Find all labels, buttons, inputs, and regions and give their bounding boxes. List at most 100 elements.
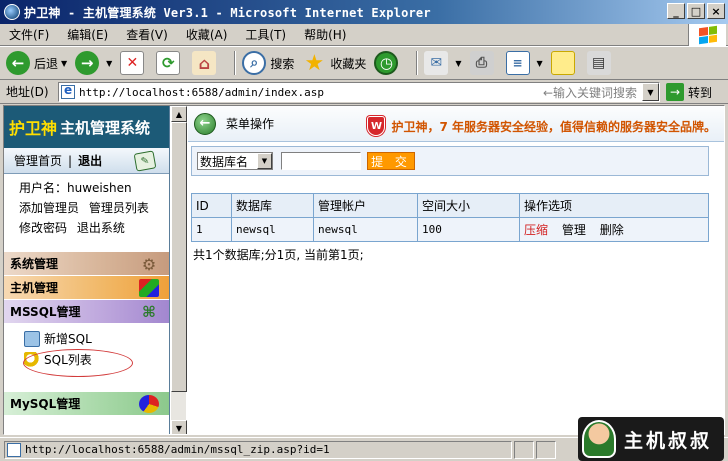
sidebar: 护卫神 主机管理系统 管理首页 | 退出 ✎ 用户名：huweishen 添加管…: [4, 106, 170, 434]
stop-button[interactable]: ✕: [120, 51, 148, 75]
chevron-down-icon[interactable]: ▼: [257, 153, 272, 169]
note-icon: [550, 51, 575, 75]
status-pane: [536, 440, 556, 459]
window-title: 护卫神 - 主机管理系统 Ver3.1 - Microsoft Internet…: [24, 5, 431, 20]
go-button[interactable]: → 转到: [666, 83, 712, 101]
table-row: 1 newsql newsql 100 压缩 管理 删除: [191, 217, 709, 242]
main-header: ← 菜单操作 W 护卫神，7 年服务器安全经验，值得信赖的服务器安全品牌。: [188, 106, 724, 142]
database-table: ID 数据库 管理帐户 空间大小 操作选项 1 newsql newsql 10…: [191, 193, 709, 242]
highlight-circle: [23, 349, 133, 377]
watermark-logo: 主机叔叔: [578, 417, 724, 461]
stop-icon: ✕: [120, 51, 145, 75]
discuss-button[interactable]: [550, 51, 579, 75]
edit-icon: ≡: [505, 51, 530, 75]
slogan-text: 护卫神，7 年服务器安全经验，值得信赖的服务器安全品牌。: [391, 119, 716, 134]
maximize-button[interactable]: □: [687, 3, 705, 19]
forward-button[interactable]: → ▼: [75, 51, 112, 75]
menu-edit[interactable]: 编辑(E): [58, 26, 117, 43]
dropdown-arrow-icon[interactable]: ▼: [61, 59, 67, 68]
brand-subtitle: 主机管理系统: [60, 118, 151, 137]
scroll-up-icon[interactable]: ▲: [171, 106, 187, 122]
status-url-pane: http://localhost:6588/admin/mssql_zip.as…: [4, 440, 512, 459]
menu-favorites[interactable]: 收藏(A): [177, 26, 237, 43]
dropdown-arrow-icon[interactable]: ▼: [537, 59, 543, 68]
menu-tools[interactable]: 工具(T): [236, 26, 295, 43]
mascot-icon: [582, 420, 616, 458]
admin-list-link[interactable]: 管理员列表: [89, 201, 149, 215]
manage-link[interactable]: 管理: [562, 223, 586, 237]
scroll-thumb[interactable]: [171, 122, 187, 392]
exit-system-link[interactable]: 退出系统: [77, 221, 125, 235]
cell-actions: 压缩 管理 删除: [519, 217, 709, 242]
gear-icon: ⚙: [141, 255, 157, 274]
edit-button[interactable]: ≡ ▼: [505, 51, 543, 75]
menu-view[interactable]: 查看(V): [117, 26, 177, 43]
menu-file[interactable]: 文件(F): [0, 26, 58, 43]
refresh-icon: ⟳: [156, 51, 181, 75]
user-info: 用户名：huweishen 添加管理员 管理员列表 修改密码 退出系统: [4, 174, 169, 238]
section-system[interactable]: 系统管理 ⚙: [4, 252, 169, 276]
section-mssql-label: MSSQL管理: [10, 305, 81, 319]
print-button[interactable]: ⎙: [469, 51, 498, 75]
brand-name: 护卫神: [9, 119, 58, 138]
submit-button[interactable]: 提 交: [367, 152, 415, 170]
cell-database: newsql: [231, 217, 314, 242]
sidebar-item-label: 新增SQL: [44, 332, 92, 346]
section-host[interactable]: 主机管理: [4, 276, 169, 300]
home-button[interactable]: ⌂: [192, 51, 220, 75]
back-label: 后退: [34, 56, 59, 71]
mail-button[interactable]: ✉ ▼: [424, 51, 462, 75]
delete-link[interactable]: 删除: [600, 223, 624, 237]
status-url: http://localhost:6588/admin/mssql_zip.as…: [25, 443, 330, 456]
username-label: 用户名：: [19, 181, 68, 195]
history-button[interactable]: ◷: [374, 51, 402, 75]
sidebar-item-new-sql[interactable]: 新增SQL: [4, 328, 169, 349]
address-input[interactable]: http://localhost:6588/admin/index.asp ←输…: [58, 82, 660, 102]
nav-separator: |: [68, 153, 73, 168]
col-actions: 操作选项: [519, 193, 709, 218]
section-mssql[interactable]: MSSQL管理 ⌘: [4, 300, 169, 324]
favorites-button[interactable]: ★ 收藏夹: [302, 51, 366, 76]
add-admin-link[interactable]: 添加管理员: [19, 201, 79, 215]
address-dropdown-icon[interactable]: ▼: [642, 83, 659, 101]
dropdown-arrow-icon[interactable]: ▼: [455, 59, 461, 68]
messenger-button[interactable]: ▤: [586, 51, 615, 75]
menu-operation-label: 菜单操作: [226, 117, 275, 131]
search-button[interactable]: ⌕ 搜索: [242, 51, 294, 75]
go-label: 转到: [688, 85, 713, 100]
address-url[interactable]: http://localhost:6588/admin/index.asp: [79, 86, 324, 99]
scroll-down-icon[interactable]: ▼: [171, 420, 187, 434]
top-nav: 管理首页 | 退出 ✎: [4, 148, 169, 174]
minimize-button[interactable]: _: [667, 3, 685, 19]
book-icon: ✎: [133, 150, 157, 172]
history-icon: ◷: [374, 51, 399, 75]
brand-header: 护卫神 主机管理系统: [4, 106, 169, 148]
slogan: W 护卫神，7 年服务器安全经验，值得信赖的服务器安全品牌。: [367, 116, 716, 136]
section-mysql[interactable]: MySQL管理: [4, 392, 169, 416]
refresh-button[interactable]: ⟳: [156, 51, 184, 75]
change-password-link[interactable]: 修改密码: [19, 221, 67, 235]
section-system-label: 系统管理: [10, 257, 59, 271]
logout-link[interactable]: 退出: [78, 152, 102, 169]
dropdown-arrow-icon[interactable]: ▼: [106, 59, 112, 68]
search-input[interactable]: [281, 152, 361, 170]
search-field-select[interactable]: 数据库名 ▼: [197, 152, 273, 170]
toolbar-separator: [234, 51, 237, 75]
col-database: 数据库: [231, 193, 314, 218]
cell-id: 1: [191, 217, 232, 242]
username-value: huweishen: [67, 181, 132, 195]
page-icon: [61, 83, 75, 99]
compress-link[interactable]: 压缩: [524, 223, 548, 237]
back-circle-icon[interactable]: ←: [194, 112, 216, 135]
mail-icon: ✉: [424, 51, 449, 75]
ie-app-icon: [4, 4, 20, 20]
watermark-text: 主机叔叔: [624, 429, 713, 452]
back-button[interactable]: ← 后退 ▼: [6, 51, 67, 75]
toolbar-separator: [416, 51, 419, 75]
sidebar-scrollbar[interactable]: ▲ ▼: [170, 106, 187, 434]
home-icon: ⌂: [192, 51, 217, 75]
close-button[interactable]: ×: [707, 3, 725, 19]
keyword-hint: ←输入关键词搜索: [542, 85, 637, 100]
home-link[interactable]: 管理首页: [14, 152, 62, 169]
menu-help[interactable]: 帮助(H): [295, 26, 355, 43]
